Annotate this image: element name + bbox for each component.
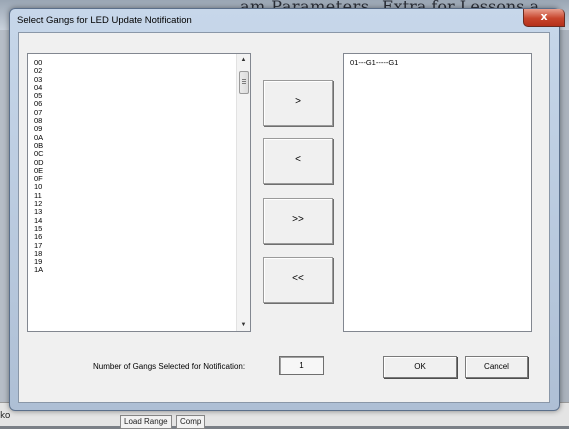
remove-all-button[interactable]: << <box>263 257 333 303</box>
cancel-button[interactable]: Cancel <box>465 356 528 378</box>
close-button[interactable]: x <box>523 9 565 27</box>
list-item[interactable]: 1A <box>34 266 44 275</box>
selected-count-label: Number of Gangs Selected for Notificatio… <box>93 362 246 371</box>
background-status-tab-load-range[interactable]: Load Range <box>120 415 172 429</box>
background-app-left-edge <box>0 30 9 402</box>
add-selected-button[interactable]: > <box>263 80 333 126</box>
list-item[interactable]: 01---G1-----G1 <box>350 58 398 67</box>
close-icon: x <box>540 10 548 23</box>
ok-button[interactable]: OK <box>383 356 457 378</box>
background-status-text: ko <box>0 411 11 421</box>
selected-gangs-list[interactable]: 01---G1-----G1 <box>343 53 532 332</box>
available-gangs-items: 00 02 03 04 05 06 07 08 09 0A 0B 0C 0D 0E 0F 10 11 12 13 14… <box>34 58 44 275</box>
remove-selected-button[interactable]: < <box>263 138 333 184</box>
scroll-down-arrow-icon[interactable]: ▼ <box>237 319 250 331</box>
selected-count-field: 1 <box>279 356 324 375</box>
grip-line <box>242 79 246 80</box>
available-gangs-scrollbar[interactable]: ▲ ▼ <box>236 54 250 331</box>
add-all-button[interactable]: >> <box>263 198 333 244</box>
scroll-up-arrow-icon[interactable]: ▲ <box>237 54 250 66</box>
grip-line <box>242 81 246 82</box>
dialog-title: Select Gangs for LED Update Notification <box>17 15 192 26</box>
selected-gangs-items: 01---G1-----G1 <box>350 58 398 67</box>
available-gangs-list[interactable]: 00 02 03 04 05 06 07 08 09 0A 0B 0C 0D 0E 0F 10 11 12 13 14… <box>27 53 251 332</box>
scroll-thumb[interactable] <box>239 71 249 94</box>
grip-line <box>242 83 246 84</box>
background-status-tab-comp[interactable]: Comp <box>176 415 206 429</box>
